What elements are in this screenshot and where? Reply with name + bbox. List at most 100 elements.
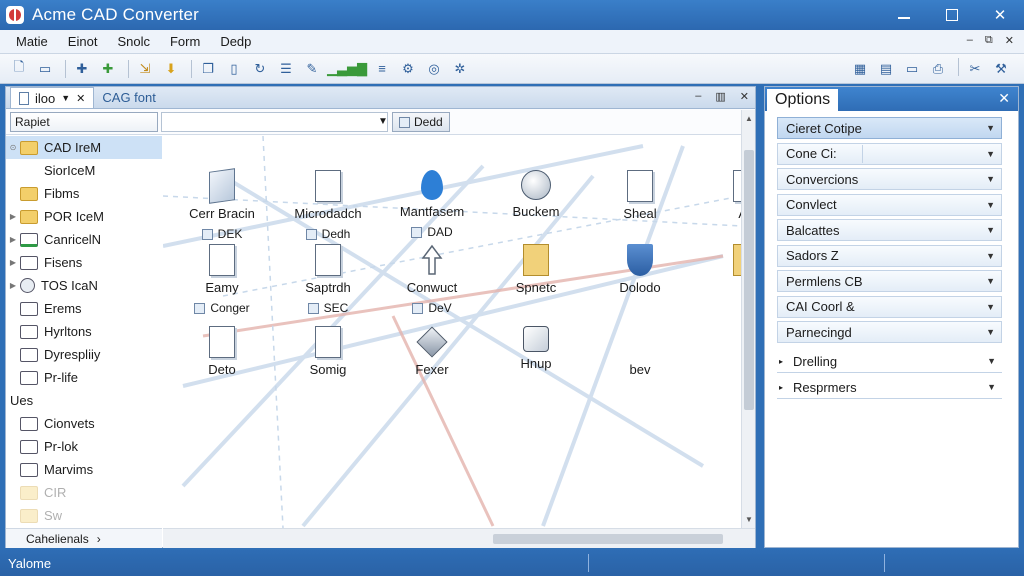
chevron-down-icon[interactable]: ▼ [986, 123, 995, 133]
mdi-close-icon[interactable]: ✕ [1005, 34, 1014, 47]
menu-item-3[interactable]: Form [160, 34, 210, 49]
expand-arrow-icon[interactable]: ▸ [779, 383, 783, 392]
chevron-down-icon[interactable]: ▼ [986, 251, 995, 261]
file-item[interactable]: Bi [691, 244, 741, 295]
tree-item[interactable]: Fibms [6, 182, 162, 205]
option-dropdown[interactable]: Balcattes ▼ [777, 219, 1002, 241]
file-item[interactable]: Hnup [481, 326, 591, 371]
layers-icon[interactable]: ≡ [371, 58, 393, 80]
chevron-down-icon[interactable]: ▼ [986, 200, 995, 210]
open-window-icon[interactable]: ▭ [34, 58, 56, 80]
chevron-down-icon[interactable]: ▼ [986, 327, 995, 337]
tab-0[interactable]: iloo ▼ ✕ [10, 87, 95, 108]
plugin-icon[interactable]: ⚙ [397, 58, 419, 80]
chevron-down-icon[interactable]: ▼ [986, 174, 995, 184]
expand-arrow-icon[interactable]: ▶ [6, 235, 20, 244]
tree-item[interactable]: ▶ TOS IcaN [6, 274, 162, 297]
option-dropdown[interactable]: Permlens CB ▼ [777, 270, 1002, 292]
expand-arrow-icon[interactable]: ▶ [6, 281, 20, 290]
mdi-minimize-icon[interactable]: ‒ [967, 34, 973, 47]
panel-minimize-icon[interactable]: ‒ [695, 90, 701, 103]
copy-icon[interactable]: ❐ [197, 58, 219, 80]
horizontal-scrollbar[interactable] [163, 528, 755, 548]
scroll-up-icon[interactable]: ▲ [742, 114, 756, 123]
list-icon[interactable]: ☰ [275, 58, 297, 80]
option-dropdown[interactable]: Convercions ▼ [777, 168, 1002, 190]
scroll-right-icon[interactable]: › [97, 532, 101, 546]
path-field[interactable] [161, 112, 388, 132]
expand-arrow-icon[interactable]: ⊙ [6, 143, 20, 152]
expand-arrow-icon[interactable]: ▸ [779, 357, 783, 366]
file-item[interactable]: Microdadch Dedh [273, 170, 383, 243]
mdi-restore-icon[interactable]: ⧉ [985, 34, 993, 47]
file-item[interactable]: Cerr Bracin DEK [167, 168, 277, 243]
redo-icon[interactable]: ↻ [249, 58, 271, 80]
file-item[interactable]: Eamy Conger [167, 244, 277, 317]
chevron-down-icon[interactable]: ▼ [986, 276, 995, 286]
scroll-down-icon[interactable]: ▼ [742, 515, 756, 524]
file-item[interactable]: Fexer [377, 326, 487, 377]
option-dropdown[interactable]: Cieret Cotipe ▼ [777, 117, 1002, 139]
globe-icon[interactable]: ◎ [423, 58, 445, 80]
tree-item[interactable]: ▶ Fisens [6, 251, 162, 274]
option-dropdown[interactable]: ▸ Drelling ▼ [777, 351, 1002, 373]
vertical-scroll-thumb[interactable] [744, 150, 754, 410]
settings-icon[interactable]: ✲ [449, 58, 471, 80]
tree-item[interactable]: Marvims [6, 458, 162, 481]
file-item[interactable]: Buckem [481, 170, 591, 219]
option-dropdown[interactable]: Sadors Z ▼ [777, 244, 1002, 267]
option-dropdown[interactable]: Cone Ci: ▼ [777, 142, 1002, 165]
tree-item[interactable]: Dyrespliiy [6, 343, 162, 366]
grid-icon[interactable]: ▦ [849, 58, 871, 80]
file-item[interactable]: Conwuct DeV [377, 244, 487, 317]
download-icon[interactable]: ⬇ [160, 58, 182, 80]
add-icon[interactable]: ✚ [71, 58, 93, 80]
path-dropdown-icon[interactable]: ▼ [378, 116, 388, 127]
file-item[interactable]: Spnetc [481, 244, 591, 295]
file-item[interactable]: bev [585, 326, 695, 377]
file-item[interactable]: Sheal [585, 170, 695, 221]
tools-icon[interactable]: ✂ [964, 58, 986, 80]
add-green-icon[interactable]: ✚ [97, 58, 119, 80]
tab-dropdown-icon[interactable]: ▼ [61, 93, 70, 103]
tab-close-icon[interactable]: ✕ [76, 92, 85, 105]
expand-arrow-icon[interactable]: ▶ [6, 212, 20, 221]
menu-item-4[interactable]: Dedp [210, 34, 261, 49]
tree-item[interactable]: SiorIceM [6, 159, 162, 182]
option-dropdown[interactable]: Parnecingd ▼ [777, 321, 1002, 343]
panel-pin-icon[interactable]: ▥ [715, 90, 725, 103]
file-item[interactable]: Saptrdh SEC [273, 244, 383, 317]
tab-1[interactable]: CAG font [94, 87, 163, 108]
close-button[interactable]: ✕ [976, 0, 1024, 30]
config-icon[interactable]: ⚒ [990, 58, 1012, 80]
menu-item-1[interactable]: Einot [58, 34, 108, 49]
maximize-button[interactable] [928, 0, 976, 30]
chart-icon[interactable]: ▁▃▅▇ [327, 58, 367, 80]
file-item[interactable]: Dolodo [585, 244, 695, 295]
tree-item[interactable]: Cionvets [6, 412, 162, 435]
convert-icon[interactable]: ⇲ [134, 58, 156, 80]
tree-item[interactable]: CIR [6, 481, 162, 504]
tree-item[interactable]: Ues [6, 389, 162, 412]
tree-item[interactable]: Hyrltons [6, 320, 162, 343]
expand-arrow-icon[interactable]: ▶ [6, 258, 20, 267]
file-item[interactable]: Deto [167, 326, 277, 377]
view-button[interactable]: Dedd [392, 112, 450, 132]
page-icon[interactable]: ▯ [223, 58, 245, 80]
chevron-down-icon[interactable]: ▼ [987, 356, 996, 366]
print-icon[interactable]: ⎙ [927, 58, 949, 80]
chevron-down-icon[interactable]: ▼ [986, 149, 995, 159]
menu-item-0[interactable]: Matie [0, 34, 58, 49]
panel-close-icon[interactable]: ✕ [740, 90, 749, 103]
tree-item[interactable]: Pr-lok [6, 435, 162, 458]
tray-icon[interactable]: ▭ [901, 58, 923, 80]
location-field[interactable]: Rapiet [10, 112, 158, 132]
minimize-button[interactable] [880, 0, 928, 30]
new-file-icon[interactable]: 🗋 [8, 58, 30, 80]
options-close-icon[interactable]: ✕ [998, 90, 1010, 107]
file-item[interactable]: Ac [691, 170, 741, 221]
tree-item[interactable]: Pr-life [6, 366, 162, 389]
menu-item-2[interactable]: Snolc [107, 34, 160, 49]
tree-item[interactable]: ▶ CanricelN [6, 228, 162, 251]
option-dropdown[interactable]: Convlect ▼ [777, 193, 1002, 216]
